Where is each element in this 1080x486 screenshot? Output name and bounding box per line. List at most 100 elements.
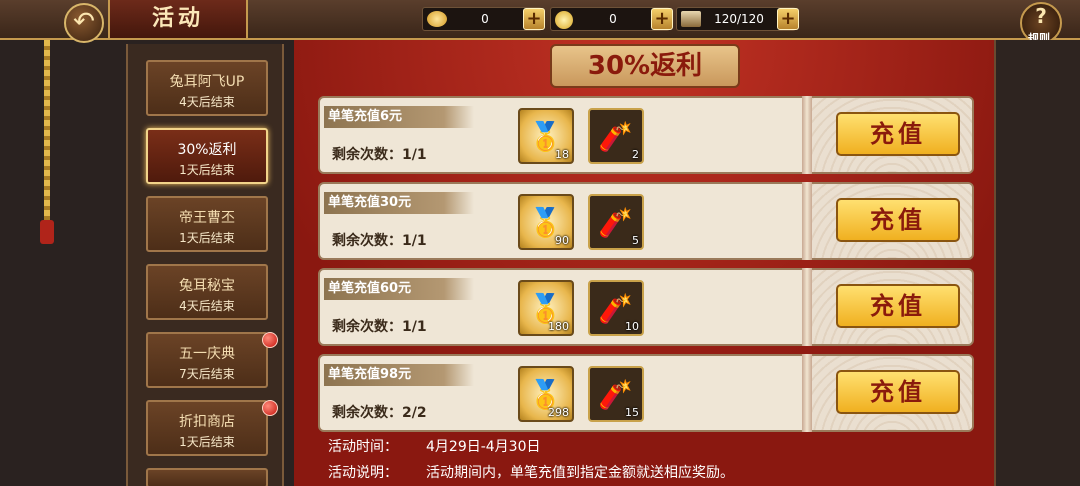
reward-tier-title: 单笔充值60元 [324, 278, 474, 300]
firecracker-icon: 🧨 [598, 120, 633, 153]
sidebar-item-countdown: 7天后结束 [179, 367, 235, 381]
sidebar-item-title: 兔耳秘宝 [179, 278, 235, 294]
ingot-reward-slot[interactable]: 🥇 18 [518, 108, 574, 164]
remaining-value: 1/1 [402, 233, 427, 249]
add-coin-button[interactable]: + [651, 8, 673, 30]
activity-time-label: 活动时间： [328, 439, 398, 455]
add-stamina-button[interactable]: + [777, 8, 799, 30]
gold-ingot-count: 0 [481, 12, 489, 26]
top-bar: ↶ 活动 0 + 0 + 120/120 + ? 规则 [0, 0, 1080, 45]
stamina-count: 120/120 [714, 12, 764, 26]
remaining-count: 剩余次数：1/1 [332, 144, 427, 164]
notification-dot-icon [262, 400, 278, 416]
firecracker-count: 5 [632, 234, 639, 247]
button-zone: 充值 [812, 356, 972, 430]
activity-desc-label: 活动说明： [328, 465, 398, 481]
remaining-label: 剩余次数： [332, 319, 402, 335]
ingot-count: 298 [548, 406, 569, 419]
activity-desc-value: 活动期间内，单笔充值到指定金额就送相应奖励。 [426, 465, 734, 481]
sidebar-item-may-day[interactable]: 五一庆典 7天后结束 [146, 332, 278, 388]
remaining-count: 剩余次数：1/1 [332, 316, 427, 336]
sidebar-item-title: 折扣商店 [179, 414, 235, 430]
button-zone: 充值 [812, 270, 972, 344]
reward-row: 单笔充值30元 剩余次数：1/1 🥇 90 🧨 5 充值 [318, 182, 974, 260]
reward-tier-title: 单笔充值30元 [324, 192, 474, 214]
sidebar-item-rabbit-afei[interactable]: 兔耳阿飞UP 4天后结束 [146, 60, 268, 116]
back-arrow-icon: ↶ [73, 7, 95, 37]
activity-time: 活动时间： 4月29日-4月30日 [328, 436, 541, 456]
right-frame [994, 40, 1080, 486]
row-divider [802, 96, 812, 174]
activity-sidebar: 兔耳阿飞UP 4天后结束 30%返利 1天后结束 帝王曹丕 1天后结束 兔耳秘宝… [126, 44, 284, 486]
sidebar-item-title: 帝王曹丕 [179, 210, 235, 226]
banner-title: 30%返利 [587, 51, 703, 81]
notification-dot-icon [262, 332, 278, 348]
reward-row: 单笔充值60元 剩余次数：1/1 🥇 180 🧨 10 充值 [318, 268, 974, 346]
banner: 30%返利 [550, 44, 740, 88]
firecracker-reward-slot[interactable]: 🧨 2 [588, 108, 644, 164]
add-gold-ingot-button[interactable]: + [523, 8, 545, 30]
button-zone: 充值 [812, 98, 972, 172]
resource-coin: 0 + [550, 7, 673, 31]
firecracker-reward-slot[interactable]: 🧨 15 [588, 366, 644, 422]
sidebar-item-partial[interactable] [146, 468, 268, 486]
reward-tier-title: 单笔充值6元 [324, 106, 474, 128]
back-button[interactable]: ↶ [64, 3, 104, 43]
stamina-icon [681, 11, 701, 27]
sidebar-item-emperor-caopi[interactable]: 帝王曹丕 1天后结束 [146, 196, 268, 252]
activity-description: 活动说明： 活动期间内，单笔充值到指定金额就送相应奖励。 [328, 462, 734, 482]
title-plaque: 活动 [108, 0, 248, 40]
firecracker-count: 15 [625, 406, 639, 419]
rebate-panel: 30%返利 单笔充值6元 剩余次数：1/1 🥇 18 🧨 2 充值 单笔充值30… [294, 40, 994, 486]
resource-gold-ingot: 0 + [422, 7, 545, 31]
gold-ingot-icon [427, 11, 447, 27]
row-divider [802, 268, 812, 346]
coin-icon [555, 11, 573, 29]
firecracker-count: 2 [632, 148, 639, 161]
remaining-value: 2/2 [402, 405, 427, 421]
remaining-count: 剩余次数：2/2 [332, 402, 427, 422]
reward-row: 单笔充值98元 剩余次数：2/2 🥇 298 🧨 15 充值 [318, 354, 974, 432]
sidebar-item-title: 30%返利 [177, 142, 237, 158]
sidebar-item-rebate[interactable]: 30%返利 1天后结束 [146, 128, 268, 184]
ingot-reward-slot[interactable]: 🥇 298 [518, 366, 574, 422]
remaining-value: 1/1 [402, 147, 427, 163]
coin-count: 0 [609, 12, 617, 26]
sidebar-item-countdown: 1天后结束 [179, 435, 235, 449]
firecracker-reward-slot[interactable]: 🧨 5 [588, 194, 644, 250]
activity-time-value: 4月29日-4月30日 [426, 439, 541, 455]
rules-button[interactable]: ? 规则 [1020, 2, 1062, 45]
sidebar-item-rabbit-treasure[interactable]: 兔耳秘宝 4天后结束 [146, 264, 268, 320]
ingot-reward-slot[interactable]: 🥇 180 [518, 280, 574, 336]
charge-button[interactable]: 充值 [836, 198, 960, 242]
remaining-count: 剩余次数：1/1 [332, 230, 427, 250]
sidebar-item-countdown: 4天后结束 [179, 299, 235, 313]
sidebar-item-countdown: 1天后结束 [179, 231, 235, 245]
question-icon: ? [1035, 4, 1047, 28]
sidebar-item-discount-shop[interactable]: 折扣商店 1天后结束 [146, 400, 278, 456]
firecracker-reward-slot[interactable]: 🧨 10 [588, 280, 644, 336]
page-title: 活动 [151, 6, 204, 31]
resource-stamina: 120/120 + [676, 7, 799, 31]
sidebar-item-title: 兔耳阿飞UP [169, 74, 245, 90]
charge-button[interactable]: 充值 [836, 370, 960, 414]
sidebar-item-countdown: 1天后结束 [179, 163, 235, 177]
firecracker-icon: 🧨 [598, 206, 633, 239]
charge-button[interactable]: 充值 [836, 112, 960, 156]
row-divider [802, 354, 812, 432]
sidebar-item-title: 五一庆典 [179, 346, 235, 362]
ingot-count: 90 [555, 234, 569, 247]
tassel-decoration [40, 220, 54, 244]
remaining-label: 剩余次数： [332, 233, 402, 249]
sidebar-item-countdown: 4天后结束 [179, 95, 235, 109]
rope-decoration [44, 40, 50, 230]
ingot-reward-slot[interactable]: 🥇 90 [518, 194, 574, 250]
button-zone: 充值 [812, 184, 972, 258]
firecracker-count: 10 [625, 320, 639, 333]
ingot-count: 18 [555, 148, 569, 161]
remaining-value: 1/1 [402, 319, 427, 335]
reward-tier-title: 单笔充值98元 [324, 364, 474, 386]
remaining-label: 剩余次数： [332, 147, 402, 163]
row-divider [802, 182, 812, 260]
charge-button[interactable]: 充值 [836, 284, 960, 328]
